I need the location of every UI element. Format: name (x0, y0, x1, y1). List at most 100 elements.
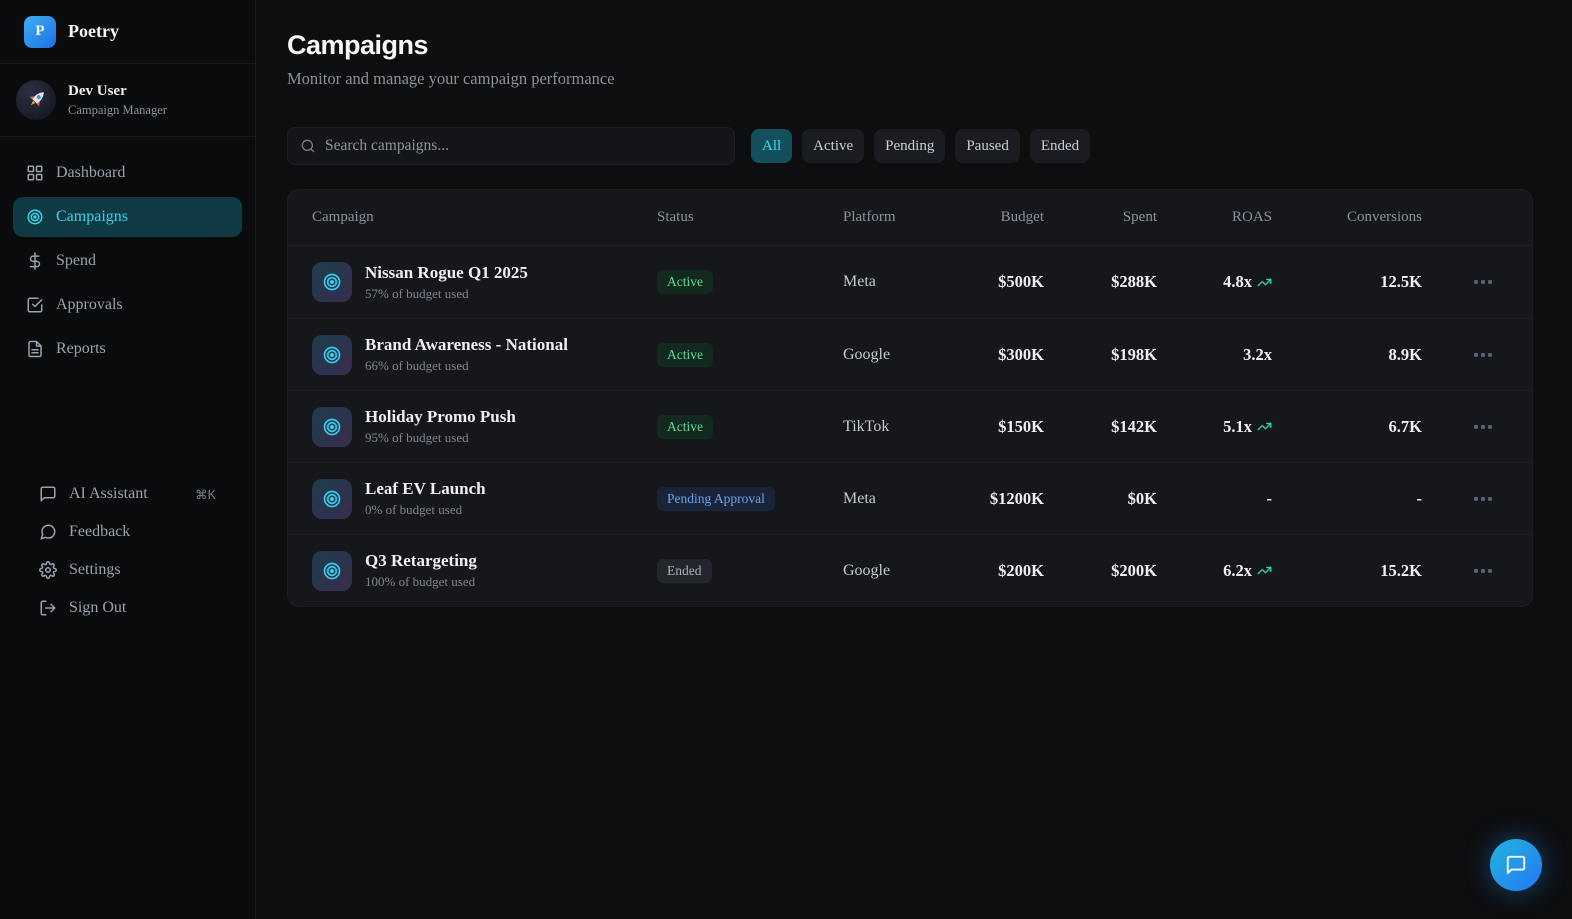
column-header-conversions: Conversions (1272, 209, 1422, 226)
brand: P Poetry (0, 0, 255, 64)
conversions-value: 15.2K (1272, 561, 1422, 581)
table-row[interactable]: Holiday Promo Push 95% of budget used Ac… (288, 390, 1532, 462)
filter-chip-all[interactable]: All (751, 129, 792, 163)
campaign-name: Leaf EV Launch (365, 479, 486, 499)
row-actions-menu-button[interactable] (1472, 491, 1494, 507)
rocket-icon (24, 88, 48, 112)
row-actions-menu-button[interactable] (1472, 347, 1494, 363)
sidebar-item-label: Reports (56, 340, 106, 358)
sidebar-item-campaigns[interactable]: Campaigns (13, 197, 242, 237)
sidebar-item-spend[interactable]: Spend (13, 241, 242, 281)
user-card: Dev User Campaign Manager (0, 64, 255, 137)
chat-bubble-icon (1505, 854, 1527, 876)
roas-cell: 5.1x (1157, 417, 1272, 437)
table-row[interactable]: Leaf EV Launch 0% of budget used Pending… (288, 462, 1532, 534)
filter-chip-active[interactable]: Active (802, 129, 864, 163)
sidebar-item-label: Campaigns (56, 208, 128, 226)
roas-cell: 3.2x (1157, 345, 1272, 365)
avatar (16, 80, 56, 120)
search-icon (300, 138, 316, 154)
user-info: Dev User Campaign Manager (68, 83, 167, 118)
row-actions-menu-button[interactable] (1472, 563, 1494, 579)
sidebar-item-ai-assistant[interactable]: AI Assistant ⌘K (26, 475, 229, 513)
table-row[interactable]: Nissan Rogue Q1 2025 57% of budget used … (288, 246, 1532, 318)
spent-value: $200K (1044, 561, 1157, 581)
campaign-name: Brand Awareness - National (365, 335, 568, 355)
campaign-cell: Holiday Promo Push 95% of budget used (312, 407, 657, 447)
sidebar-nav: Dashboard Campaigns Spend (0, 137, 255, 627)
column-header-campaign: Campaign (312, 209, 657, 226)
main-content: Campaigns Monitor and manage your campai… (256, 0, 1572, 919)
campaign-budget-used: 0% of budget used (365, 502, 486, 518)
roas-cell: - (1157, 489, 1272, 509)
campaign-target-icon (312, 407, 352, 447)
message-square-icon (39, 485, 57, 503)
spent-value: $288K (1044, 272, 1157, 292)
sidebar-item-approvals[interactable]: Approvals (13, 285, 242, 325)
file-text-icon (26, 340, 44, 358)
table-row[interactable]: Q3 Retargeting 100% of budget used Ended… (288, 534, 1532, 606)
sidebar: P Poetry Dev User Campaign Manager (0, 0, 256, 919)
sidebar-item-sign-out[interactable]: Sign Out (26, 589, 229, 627)
sidebar-item-label: Settings (69, 561, 121, 579)
campaign-cell: Brand Awareness - National 66% of budget… (312, 335, 657, 375)
dashboard-grid-icon (26, 164, 44, 182)
chat-fab-button[interactable] (1490, 839, 1542, 891)
logout-icon (39, 599, 57, 617)
filter-chip-pending[interactable]: Pending (874, 129, 945, 163)
table-body: Nissan Rogue Q1 2025 57% of budget used … (288, 246, 1532, 606)
campaign-budget-used: 57% of budget used (365, 286, 528, 302)
campaign-target-icon (312, 551, 352, 591)
campaign-budget-used: 66% of budget used (365, 358, 568, 374)
sidebar-item-feedback[interactable]: Feedback (26, 513, 229, 551)
page-title: Campaigns (287, 30, 1572, 61)
sidebar-item-label: Sign Out (69, 599, 126, 617)
platform-label: TikTok (843, 418, 953, 436)
platform-label: Meta (843, 273, 953, 291)
sidebar-item-label: Approvals (56, 296, 123, 314)
column-header-status: Status (657, 209, 843, 226)
sidebar-item-label: Feedback (69, 523, 130, 541)
platform-label: Google (843, 346, 953, 364)
trending-up-icon (1257, 419, 1272, 434)
table-row[interactable]: Brand Awareness - National 66% of budget… (288, 318, 1532, 390)
roas-cell: 6.2x (1157, 561, 1272, 581)
column-header-budget: Budget (953, 209, 1044, 226)
sidebar-item-reports[interactable]: Reports (13, 329, 242, 369)
sidebar-item-settings[interactable]: Settings (26, 551, 229, 589)
status-badge: Active (657, 343, 713, 367)
campaign-name: Q3 Retargeting (365, 551, 477, 571)
campaign-cell: Nissan Rogue Q1 2025 57% of budget used (312, 262, 657, 302)
column-header-roas: ROAS (1157, 209, 1272, 226)
roas-value: 6.2x (1223, 561, 1252, 581)
trending-up-icon (1257, 275, 1272, 290)
roas-value: 5.1x (1223, 417, 1252, 437)
spent-value: $142K (1044, 417, 1157, 437)
budget-value: $500K (953, 272, 1044, 292)
search-input[interactable] (325, 137, 722, 155)
platform-label: Google (843, 562, 953, 580)
filter-chip-paused[interactable]: Paused (955, 129, 1020, 163)
status-badge: Pending Approval (657, 487, 775, 511)
filter-chip-ended[interactable]: Ended (1030, 129, 1090, 163)
trending-up-icon (1257, 563, 1272, 578)
column-header-platform: Platform (843, 209, 953, 226)
conversions-value: 12.5K (1272, 272, 1422, 292)
campaign-budget-used: 100% of budget used (365, 574, 477, 590)
budget-value: $150K (953, 417, 1044, 437)
campaign-budget-used: 95% of budget used (365, 430, 516, 446)
toolbar: All Active Pending Paused Ended (287, 127, 1572, 165)
campaigns-table: Campaign Status Platform Budget Spent RO… (287, 189, 1533, 607)
status-badge: Ended (657, 559, 712, 583)
budget-value: $1200K (953, 489, 1044, 509)
sidebar-item-dashboard[interactable]: Dashboard (13, 153, 242, 193)
brand-logo: P (24, 16, 56, 48)
row-actions-menu-button[interactable] (1472, 274, 1494, 290)
budget-value: $300K (953, 345, 1044, 365)
campaign-cell: Q3 Retargeting 100% of budget used (312, 551, 657, 591)
sidebar-item-label: Spend (56, 252, 96, 270)
search-box (287, 127, 735, 165)
campaign-name: Nissan Rogue Q1 2025 (365, 263, 528, 283)
brand-name: Poetry (68, 21, 119, 42)
row-actions-menu-button[interactable] (1472, 419, 1494, 435)
